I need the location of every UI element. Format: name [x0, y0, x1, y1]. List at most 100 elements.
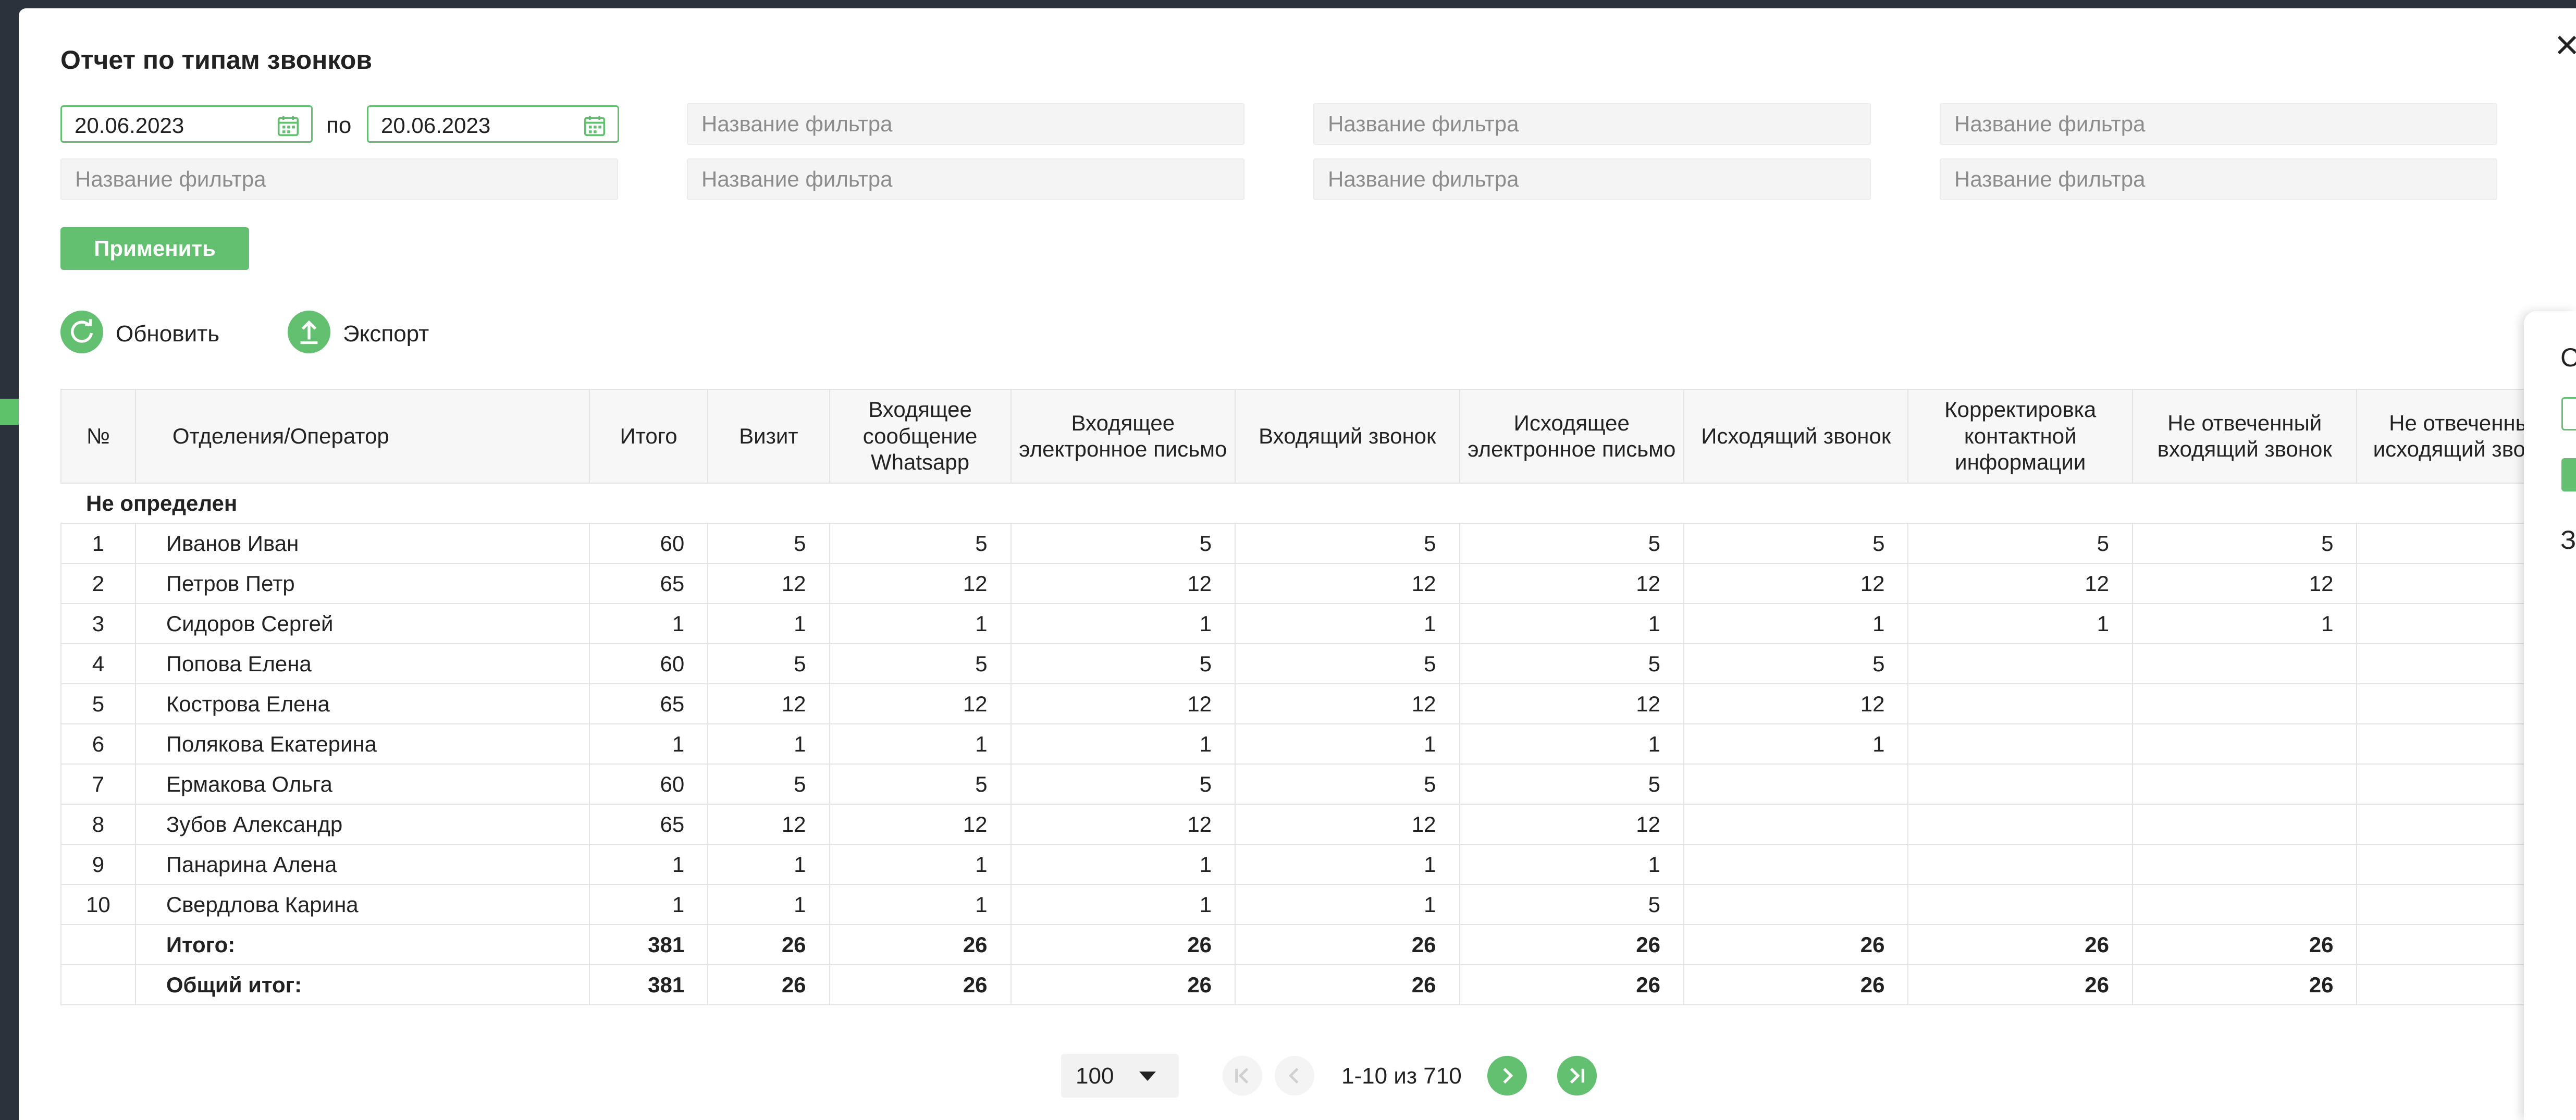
operator-name: Зубов Александр [134, 804, 590, 845]
export-label: Экспорт [343, 321, 429, 347]
side-panel-input-fragment[interactable] [2561, 397, 2576, 430]
filter-field[interactable]: Название фильтра [1940, 103, 2497, 145]
total-value: 26 [2131, 924, 2358, 965]
total-value: 26 [829, 964, 1012, 1005]
cell-value: 1 [588, 723, 709, 765]
table-header-row: № Отделения/Оператор Итого Визит Входяще… [60, 389, 2576, 484]
table-row: 6 Полякова Екатерина 1 1 1 1 1 1 1 [60, 723, 2576, 765]
cell-value: 5 [829, 764, 1012, 805]
cell-value: 12 [1459, 804, 1685, 845]
column-header[interactable]: Итого [588, 389, 709, 484]
filter-field[interactable]: Название фильтра [1940, 158, 2497, 200]
total-value: 26 [1683, 964, 1909, 1005]
column-header[interactable]: Исходящее электронное письмо [1459, 389, 1685, 484]
total-row: Итого:381262626262626262626 [60, 924, 2576, 965]
cell-value: 12 [707, 683, 830, 724]
apply-button[interactable]: Применить [60, 227, 249, 270]
total-value: 26 [1907, 924, 2133, 965]
close-icon[interactable]: × [2555, 24, 2576, 66]
operator-name: Ермакова Ольга [134, 764, 590, 805]
cell-value: 1 [707, 844, 830, 885]
column-header[interactable]: Входящее сообщение Whatsapp [829, 389, 1012, 484]
cell-value: 12 [1683, 683, 1909, 724]
cell-value: 1 [588, 884, 709, 925]
column-header[interactable]: Не отвеченный входящий звонок [2131, 389, 2358, 484]
operator-name: Свердлова Карина [134, 884, 590, 925]
cell-value: 1 [1010, 603, 1236, 644]
next-page-icon[interactable] [1487, 1056, 1527, 1096]
cell-value [1683, 764, 1909, 805]
calendar-icon[interactable] [277, 114, 300, 137]
column-header[interactable]: Исходящий звонок [1683, 389, 1909, 484]
operator-name: Иванов Иван [134, 523, 590, 564]
cell-value [1683, 844, 1909, 885]
filter-field[interactable]: Название фильтра [60, 158, 618, 200]
cell-value: 5 [707, 643, 830, 684]
cell-value: 1 [1235, 603, 1460, 644]
refresh-button[interactable]: Обновить [60, 311, 238, 358]
cell-value: 5 [707, 523, 830, 564]
cell-value: 12 [1459, 563, 1685, 604]
total-value: 26 [1907, 964, 2133, 1005]
group-label: Не определен [61, 483, 2575, 524]
cell-value [1907, 844, 2133, 885]
report-table: № Отделения/Оператор Итого Визит Входяще… [60, 389, 2576, 1005]
total-row: Общий итог:381262626262626262626 [60, 964, 2576, 1005]
cell-value: 1 [588, 844, 709, 885]
cell-value: 60 [588, 764, 709, 805]
column-header[interactable]: № [60, 389, 136, 484]
operator-name: Попова Елена [134, 643, 590, 684]
page-size-select[interactable]: 100 [1061, 1054, 1179, 1098]
date-to-input[interactable]: 20.06.2023 [367, 105, 619, 143]
cell-value: 5 [1235, 523, 1460, 564]
table-row: 10 Свердлова Карина 1 1 1 1 1 5 [60, 884, 2576, 925]
page-size-value: 100 [1076, 1063, 1114, 1089]
column-header[interactable]: Визит [707, 389, 830, 484]
column-header[interactable]: Корректировка контактной информации [1907, 389, 2133, 484]
cell-value: 5 [1235, 764, 1460, 805]
cell-value: 12 [707, 563, 830, 604]
cell-value: 5 [1459, 764, 1685, 805]
export-button[interactable]: Экспорт [288, 311, 444, 358]
table-row: 5 Кострова Елена 65 12 12 12 12 12 12 [60, 683, 2576, 724]
filter-field[interactable]: Название фильтра [1313, 158, 1871, 200]
previous-page-icon[interactable] [1275, 1056, 1314, 1096]
cell-value: 60 [588, 523, 709, 564]
empty-cell [60, 924, 136, 965]
column-header[interactable]: Входящий звонок [1235, 389, 1460, 484]
row-number: 3 [60, 603, 136, 644]
cell-value: 12 [1235, 563, 1460, 604]
filter-field[interactable]: Название фильтра [687, 158, 1244, 200]
cell-value: 1 [707, 884, 830, 925]
cell-value: 12 [829, 804, 1012, 845]
date-from-input[interactable]: 20.06.2023 [60, 105, 313, 143]
last-page-icon[interactable] [1557, 1056, 1597, 1096]
cell-value [1683, 804, 1909, 845]
filter-field[interactable]: Название фильтра [1313, 103, 1871, 145]
total-value: 26 [1683, 924, 1909, 965]
calendar-icon[interactable] [583, 114, 606, 137]
cell-value: 12 [1459, 683, 1685, 724]
operator-name: Полякова Екатерина [134, 723, 590, 765]
cell-value: 1 [1683, 723, 1909, 765]
cell-value: 1 [588, 603, 709, 644]
cell-value: 5 [1459, 643, 1685, 684]
cell-value: 12 [2131, 563, 2358, 604]
cell-value: 60 [588, 643, 709, 684]
side-panel-button-fragment[interactable] [2561, 458, 2576, 491]
cell-value [2131, 643, 2358, 684]
first-page-icon[interactable] [1223, 1056, 1262, 1096]
cell-value: 12 [1235, 804, 1460, 845]
cell-value: 1 [1459, 844, 1685, 885]
cell-value: 12 [1010, 804, 1236, 845]
cell-value: 1 [1907, 603, 2133, 644]
cell-value [1907, 643, 2133, 684]
cell-value: 1 [1235, 723, 1460, 765]
row-number: 4 [60, 643, 136, 684]
cell-value: 1 [2131, 603, 2358, 644]
cell-value [1683, 884, 1909, 925]
column-header[interactable]: Отделения/Оператор [134, 389, 590, 484]
cell-value: 12 [829, 563, 1012, 604]
column-header[interactable]: Входящее электронное письмо [1010, 389, 1236, 484]
filter-field[interactable]: Название фильтра [687, 103, 1244, 145]
